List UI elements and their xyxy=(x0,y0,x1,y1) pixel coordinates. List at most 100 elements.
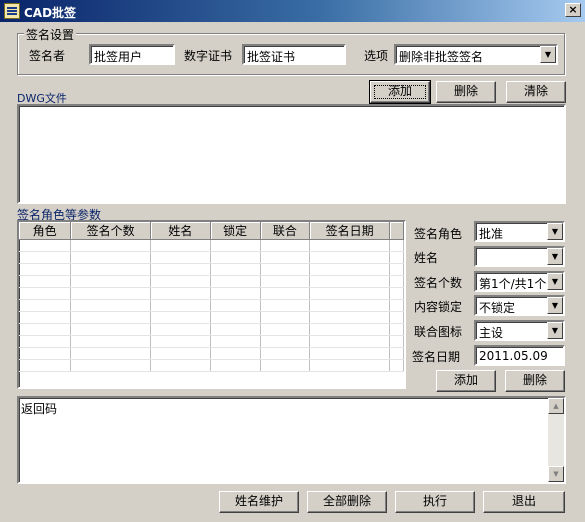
app-icon xyxy=(4,3,20,19)
table-row[interactable] xyxy=(19,287,404,300)
table-cell xyxy=(19,347,72,360)
dropdown-arrow-icon[interactable]: ▼ xyxy=(547,248,563,265)
table-row[interactable] xyxy=(19,323,404,336)
table-cell xyxy=(19,323,72,336)
table-cell xyxy=(150,347,211,360)
table-cell xyxy=(389,251,404,264)
table-cell xyxy=(19,359,72,372)
name-select[interactable]: ▼ xyxy=(474,246,565,267)
close-button[interactable]: × xyxy=(565,3,581,17)
roles-grid: 角色 签名个数 姓名 锁定 联合 签名日期 xyxy=(19,222,404,372)
lock-select[interactable]: 不锁定 ▼ xyxy=(474,295,565,316)
param-add-button[interactable]: 添加 xyxy=(436,370,496,392)
joint-value: 主设 xyxy=(479,326,504,340)
col-joint[interactable]: 联合 xyxy=(260,222,311,240)
return-code-area[interactable]: 返回码 ▲ ▼ xyxy=(17,396,566,484)
dropdown-arrow-icon[interactable]: ▼ xyxy=(547,322,563,339)
table-row[interactable] xyxy=(19,311,404,324)
table-cell xyxy=(150,299,211,312)
name-maintain-button[interactable]: 姓名维护 xyxy=(219,491,299,513)
table-cell xyxy=(260,347,311,360)
table-cell xyxy=(210,311,261,324)
dwg-delete-button[interactable]: 删除 xyxy=(436,81,496,103)
dwg-file-list[interactable] xyxy=(17,104,566,204)
date-label: 签名日期 xyxy=(412,350,461,364)
option-select[interactable]: 删除非批签签名 ▼ xyxy=(394,44,558,65)
table-row[interactable] xyxy=(19,263,404,276)
col-role[interactable]: 角色 xyxy=(19,222,72,240)
table-cell xyxy=(389,335,404,348)
roles-table[interactable]: 角色 签名个数 姓名 锁定 联合 签名日期 xyxy=(17,220,406,389)
param-delete-button[interactable]: 删除 xyxy=(505,370,565,392)
table-cell xyxy=(210,263,261,276)
col-date[interactable]: 签名日期 xyxy=(309,222,390,240)
table-cell xyxy=(210,323,261,336)
option-label: 选项 xyxy=(364,49,389,63)
table-row[interactable] xyxy=(19,359,404,372)
table-cell xyxy=(260,335,311,348)
window-title: CAD批签 xyxy=(24,6,77,20)
table-row[interactable] xyxy=(19,335,404,348)
cert-field[interactable]: 批签证书 xyxy=(242,44,346,65)
table-cell xyxy=(309,275,390,288)
table-row[interactable] xyxy=(19,347,404,360)
role-label: 签名角色 xyxy=(414,227,463,241)
table-cell xyxy=(150,239,211,252)
dropdown-arrow-icon[interactable]: ▼ xyxy=(547,297,563,314)
table-cell xyxy=(19,311,72,324)
table-cell xyxy=(19,275,72,288)
table-cell xyxy=(70,347,151,360)
joint-select[interactable]: 主设 ▼ xyxy=(474,320,565,341)
col-lock[interactable]: 锁定 xyxy=(210,222,261,240)
table-cell xyxy=(389,287,404,300)
table-cell xyxy=(260,323,311,336)
date-field[interactable]: 2011.05.09 xyxy=(474,345,565,366)
col-name[interactable]: 姓名 xyxy=(150,222,211,240)
execute-button[interactable]: 执行 xyxy=(395,491,475,513)
role-select[interactable]: 批准 ▼ xyxy=(474,221,565,242)
table-row[interactable] xyxy=(19,239,404,252)
table-cell xyxy=(210,251,261,264)
table-cell xyxy=(150,275,211,288)
name-label: 姓名 xyxy=(414,251,439,265)
exit-button[interactable]: 退出 xyxy=(483,491,565,513)
dwg-clear-button[interactable]: 清除 xyxy=(506,81,566,103)
table-cell xyxy=(309,359,390,372)
table-cell xyxy=(309,323,390,336)
scroll-up-icon[interactable]: ▲ xyxy=(548,398,564,414)
delete-all-button[interactable]: 全部删除 xyxy=(307,491,387,513)
table-row[interactable] xyxy=(19,251,404,264)
table-cell xyxy=(260,311,311,324)
return-code-scrollbar[interactable]: ▲ ▼ xyxy=(548,398,564,482)
table-cell xyxy=(389,239,404,252)
dropdown-arrow-icon[interactable]: ▼ xyxy=(547,273,563,290)
table-cell xyxy=(150,323,211,336)
dropdown-arrow-icon[interactable]: ▼ xyxy=(547,223,563,240)
lock-value: 不锁定 xyxy=(479,301,516,315)
table-cell xyxy=(150,251,211,264)
title-bar: CAD批签 × xyxy=(0,0,585,22)
dropdown-arrow-icon[interactable]: ▼ xyxy=(540,46,556,63)
table-cell xyxy=(19,335,72,348)
table-cell xyxy=(260,251,311,264)
scroll-down-icon[interactable]: ▼ xyxy=(548,466,564,482)
table-cell xyxy=(70,287,151,300)
table-row[interactable] xyxy=(19,299,404,312)
joint-label: 联合图标 xyxy=(414,325,463,339)
table-cell xyxy=(210,239,261,252)
signer-field[interactable]: 批签用户 xyxy=(89,44,175,65)
table-cell xyxy=(70,275,151,288)
table-cell xyxy=(19,287,72,300)
col-count[interactable]: 签名个数 xyxy=(70,222,151,240)
table-cell xyxy=(70,311,151,324)
signature-settings-label: 签名设置 xyxy=(24,26,77,43)
role-value: 批准 xyxy=(479,227,504,241)
table-cell xyxy=(309,251,390,264)
dwg-add-button[interactable]: 添加 xyxy=(369,80,431,104)
table-row[interactable] xyxy=(19,275,404,288)
col-extra xyxy=(389,222,404,240)
table-cell xyxy=(309,287,390,300)
count-select[interactable]: 第1个/共1个 ▼ xyxy=(474,271,565,292)
table-cell xyxy=(70,263,151,276)
table-cell xyxy=(260,359,311,372)
